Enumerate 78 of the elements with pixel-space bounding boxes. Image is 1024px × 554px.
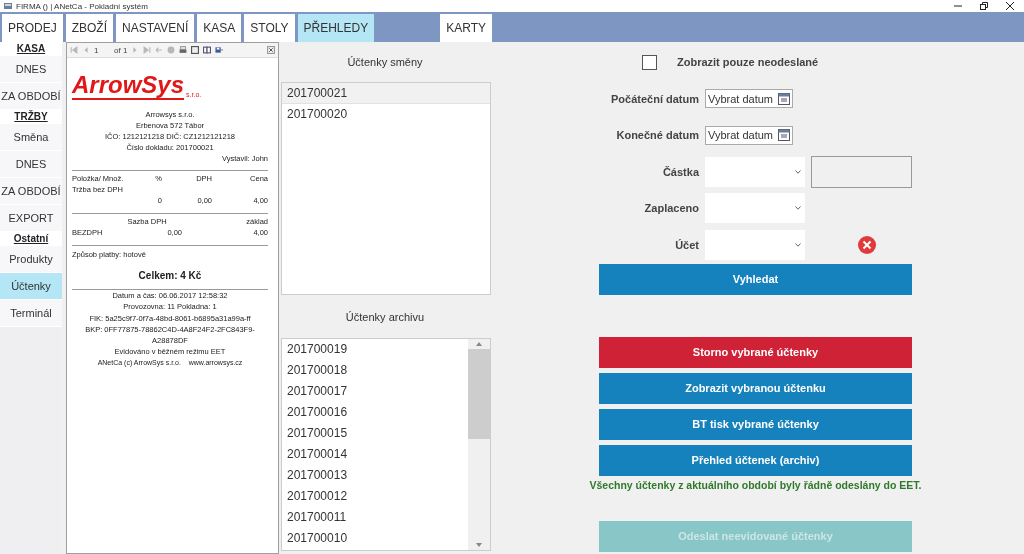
sidebar-item[interactable]: Terminál xyxy=(0,300,62,327)
back-icon[interactable] xyxy=(155,46,164,54)
calendar-icon[interactable] xyxy=(778,92,790,105)
tab[interactable]: PŘEHLEDY xyxy=(297,14,375,42)
scroll-down-icon[interactable] xyxy=(476,543,482,547)
section-heading: Ostatní xyxy=(0,232,62,246)
section-heading: KASA xyxy=(0,42,62,56)
app-icon xyxy=(4,2,12,10)
field-label: Částka xyxy=(661,165,699,178)
scrollbar[interactable] xyxy=(468,339,490,550)
action-button[interactable]: Zobrazit vybranou účtenku xyxy=(599,372,912,404)
sidebar-item[interactable]: DNES xyxy=(0,151,62,178)
tab[interactable]: PRODEJ xyxy=(2,14,63,42)
search-button[interactable]: Vyhledat xyxy=(599,263,912,295)
sidebar-item[interactable]: Směna xyxy=(0,124,62,151)
tab[interactable]: KASA xyxy=(197,14,242,42)
status-message: Všechny účtenky z aktuálního období byly řádně odeslány do EET. xyxy=(588,478,923,493)
previous-page-icon[interactable] xyxy=(82,46,90,54)
list-item[interactable]: 201700018 xyxy=(282,360,468,381)
date-field[interactable]: Vybrat datum xyxy=(705,125,793,145)
list-item[interactable]: 201700013 xyxy=(282,465,468,486)
page-field[interactable]: 1 xyxy=(94,45,110,55)
sidebar-item[interactable]: Účtenky xyxy=(0,273,62,300)
page-setup-icon[interactable] xyxy=(203,46,212,54)
stop-icon[interactable] xyxy=(167,46,176,54)
action-button[interactable]: BT tisk vybrané účtenky xyxy=(599,408,912,440)
amount-field[interactable] xyxy=(811,155,912,188)
list-item[interactable]: 201700021 xyxy=(282,83,490,104)
list-item[interactable]: 201700019 xyxy=(282,339,468,360)
list-item[interactable]: 201700014 xyxy=(282,444,468,465)
last-page-icon[interactable] xyxy=(143,46,152,54)
page-layout-icon[interactable] xyxy=(191,46,200,54)
receipt-total: Celkem: 4 Kč xyxy=(137,268,203,283)
sidebar-item[interactable]: ZA OBDOBÍ xyxy=(0,83,62,110)
chevron-down-icon xyxy=(795,242,801,247)
cancel-receipt-button[interactable]: Storno vybrané účtenky xyxy=(599,336,912,368)
list-item[interactable]: 201700012 xyxy=(282,486,468,507)
company-logo: ArrowSys xyxy=(72,72,185,100)
window-title: FIRMA () | ANetCa - Pokladní systém xyxy=(16,1,149,11)
sidebar-item[interactable]: ZA OBDOBÍ xyxy=(0,178,62,205)
close-icon[interactable] xyxy=(1006,2,1014,10)
scroll-up-icon[interactable] xyxy=(476,342,482,346)
sidebar-item[interactable]: Produkty xyxy=(0,246,62,273)
list-item[interactable]: 201700017 xyxy=(282,381,468,402)
checkbox-label: Zobrazit pouze neodeslané xyxy=(677,56,819,68)
save-icon[interactable] xyxy=(215,46,224,54)
chevron-down-icon xyxy=(795,206,801,210)
list-item[interactable]: 201700015 xyxy=(282,423,468,444)
tab[interactable]: NASTAVENÍ xyxy=(116,14,195,42)
list-item[interactable]: 201700011 xyxy=(282,507,468,528)
first-page-icon[interactable] xyxy=(70,46,78,54)
list-item[interactable]: 201700016 xyxy=(282,402,468,423)
page-count: of 1 xyxy=(114,45,128,55)
field-label: Konečné datum xyxy=(615,129,699,141)
field-label: Zaplaceno xyxy=(643,202,699,214)
list-title: Účtenky archivu xyxy=(344,310,426,325)
restore-icon[interactable] xyxy=(980,2,988,10)
date-field[interactable]: Vybrat datum xyxy=(705,89,793,108)
print-icon[interactable] xyxy=(179,46,188,54)
calendar-icon[interactable] xyxy=(778,129,790,141)
scrollbar-thumb[interactable] xyxy=(468,349,490,439)
tab[interactable]: KARTY xyxy=(440,14,492,42)
close-icon[interactable] xyxy=(267,46,275,54)
action-button[interactable]: Přehled účtenek (archiv) xyxy=(599,444,912,476)
field-label: Počáteční datum xyxy=(609,92,699,105)
list-item[interactable]: 201700020 xyxy=(282,104,490,125)
chevron-down-icon xyxy=(795,169,801,174)
sidebar-item[interactable]: DNES xyxy=(0,56,62,83)
checkbox[interactable] xyxy=(642,54,657,70)
list-title: Účtenky směny xyxy=(346,55,424,70)
tab[interactable]: STOLY xyxy=(244,14,295,42)
clear-icon[interactable] xyxy=(858,235,876,254)
minimize-icon[interactable] xyxy=(954,2,962,10)
list-item[interactable]: 201700010 xyxy=(282,528,468,549)
tab[interactable]: ZBOŽÍ xyxy=(65,14,114,42)
section-heading: TRŽBY xyxy=(0,110,62,124)
sidebar-item[interactable]: EXPORT xyxy=(0,205,62,232)
field-label: Účet xyxy=(674,238,699,251)
